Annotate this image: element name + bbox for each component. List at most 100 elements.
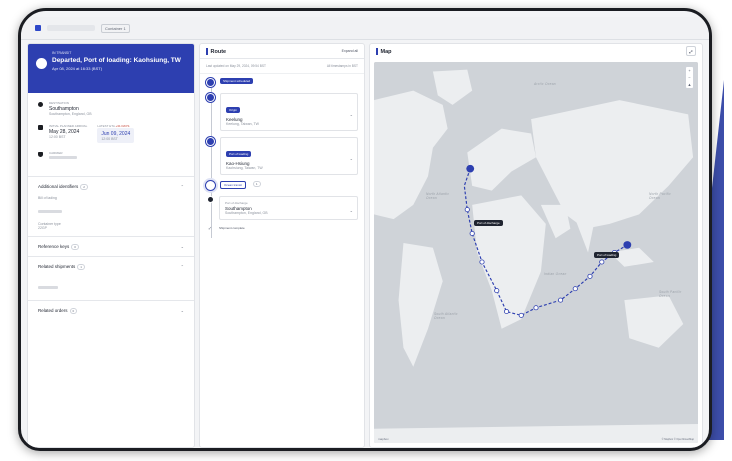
chevron-up-icon: ⌃ bbox=[180, 264, 184, 269]
timeline-dot bbox=[206, 93, 215, 102]
route-header: Route Expand all bbox=[200, 44, 364, 59]
status-title: Departed, Port of loading: Kaohsiung, TW bbox=[52, 57, 181, 64]
ocean-label: Arctic Ocean bbox=[534, 82, 556, 86]
event-location-sub: Keelung, Taiwan, TW bbox=[226, 122, 259, 126]
ocean-label: South Atlantic Ocean bbox=[434, 312, 458, 320]
check-icon: ✓ bbox=[207, 226, 213, 232]
event-location-sub: Kaohsiung, Taiwan, TW bbox=[226, 166, 263, 170]
port-of-discharge-marker-label[interactable]: Port of discharge bbox=[474, 220, 503, 226]
event-pill: Origin bbox=[226, 107, 241, 113]
timeline-dot-active bbox=[206, 181, 215, 190]
chevron-down-icon: ⌄ bbox=[180, 244, 184, 249]
last-updated-text: Last updated on May 29, 2024, 09:54 BST bbox=[206, 64, 266, 68]
related-shipments-label: Related shipments bbox=[38, 264, 76, 269]
related-orders-label: Related orders bbox=[38, 308, 68, 313]
route-updated-bar: Last updated on May 29, 2024, 09:54 BST … bbox=[200, 59, 364, 74]
shipment-summary-panel: IN TRANSIT Departed, Port of loading: Ka… bbox=[27, 43, 195, 448]
status-label: IN TRANSIT bbox=[52, 51, 72, 55]
route-title: Route bbox=[210, 48, 227, 55]
event-pill: Shipment scheduled bbox=[220, 78, 254, 84]
event-card[interactable]: Port of loading Kao-Hsiung Kaohsiung, Ta… bbox=[220, 137, 358, 175]
top-bar: Container 1 bbox=[21, 17, 709, 40]
latest-eta-box: Jun 09, 2024 12:00 BST bbox=[97, 128, 135, 143]
bill-of-lading-redacted bbox=[38, 210, 62, 213]
zoom-controls: + − ▲ bbox=[685, 66, 694, 89]
reference-keys-label: Reference keys bbox=[38, 244, 70, 249]
related-shipments-toggle[interactable]: Related shipments 1 ⌃ bbox=[28, 256, 194, 276]
latest-eta-time: 12:00 BST bbox=[101, 137, 118, 141]
related-shipments-count: 1 bbox=[77, 264, 85, 270]
chevron-down-icon: ⌄ bbox=[180, 308, 184, 313]
event-pill: Port of loading bbox=[226, 151, 252, 157]
chevron-up-icon: ⌃ bbox=[180, 184, 184, 189]
app-window: Container 1 IN TRANSIT Departed, Port of… bbox=[18, 8, 712, 451]
destination-sub: Southampton, England, GB bbox=[49, 112, 92, 116]
container-tag[interactable]: Container 1 bbox=[101, 23, 130, 33]
map-panel: Map ⤢ Port of discharge Port of loading … bbox=[369, 43, 703, 448]
planned-arrival-label: INITIAL PLANNED ARRIVAL bbox=[49, 124, 88, 128]
reference-keys-toggle[interactable]: Reference keys 0 ⌄ bbox=[28, 236, 194, 256]
zoom-in-icon[interactable]: + bbox=[686, 67, 693, 74]
map-header: Map ⤢ bbox=[370, 44, 702, 58]
ocean-label: Indian Ocean bbox=[544, 272, 567, 276]
chevron-down-icon[interactable]: ⌄ bbox=[350, 208, 353, 213]
additional-identifiers-content: Bill of lading Container type 22GP bbox=[28, 196, 194, 236]
expand-all-button[interactable]: Expand all bbox=[342, 49, 358, 53]
bill-of-lading-label: Bill of lading bbox=[38, 196, 57, 200]
world-map[interactable]: Port of discharge Port of loading Arctic… bbox=[374, 62, 698, 443]
latest-eta-label: LATEST ETA bbox=[97, 124, 115, 128]
calendar-icon bbox=[38, 125, 43, 130]
event-port-of-loading: Port of loading Kao-Hsiung Kaohsiung, Ta… bbox=[206, 137, 358, 175]
status-card: IN TRANSIT Departed, Port of loading: Ka… bbox=[28, 44, 194, 93]
carrier-name-redacted bbox=[49, 156, 77, 159]
zoom-out-icon[interactable]: − bbox=[686, 74, 693, 81]
map-logo: mapbox bbox=[378, 437, 389, 441]
map-attribution[interactable]: © Mapbox © OpenStreetMap bbox=[662, 438, 694, 441]
chevron-down-icon[interactable]: ⌄ bbox=[350, 112, 353, 117]
port-of-loading-marker-label[interactable]: Port of loading bbox=[594, 252, 620, 258]
ocean-label: South Pacific Ocean bbox=[659, 290, 682, 298]
shipment-info: DESTINATION Southampton Southampton, Eng… bbox=[28, 93, 194, 176]
ship-icon bbox=[36, 58, 47, 69]
related-shipment-redacted[interactable] bbox=[38, 286, 58, 289]
event-pill: Ocean transit bbox=[220, 181, 246, 189]
additional-identifiers-count: 2 bbox=[80, 184, 88, 190]
delay-badge: +31 days bbox=[115, 124, 130, 128]
screenshot-frame: Container 1 IN TRANSIT Departed, Port of… bbox=[0, 0, 732, 461]
event-shipment-scheduled: Shipment scheduled bbox=[206, 78, 358, 87]
fullscreen-icon[interactable]: ⤢ bbox=[686, 46, 696, 56]
event-tag: Port of discharge bbox=[225, 201, 248, 205]
route-panel: Route Expand all Last updated on May 29,… bbox=[199, 43, 365, 448]
timezone-text: All timestamps in BST bbox=[326, 64, 358, 68]
carrier-label: CARRIER bbox=[49, 151, 63, 155]
destination-label: DESTINATION bbox=[49, 101, 69, 105]
event-count: 1 bbox=[252, 181, 261, 187]
breadcrumb[interactable] bbox=[47, 25, 95, 31]
event-text: Shipment complete bbox=[219, 226, 245, 230]
chevron-down-icon[interactable]: ⌄ bbox=[350, 156, 353, 161]
event-port-of-discharge: Port of discharge Southampton Southampto… bbox=[206, 196, 358, 220]
timeline-dot bbox=[206, 137, 215, 146]
event-origin: Origin Keelung Keelung, Taiwan, TW ⌄ bbox=[206, 93, 358, 131]
carrier-icon bbox=[38, 152, 43, 157]
ocean-label: North Atlantic Ocean bbox=[426, 192, 450, 200]
event-shipment-complete: ✓ Shipment complete bbox=[206, 226, 358, 232]
event-card[interactable]: Port of discharge Southampton Southampto… bbox=[219, 196, 358, 220]
compass-icon[interactable]: ▲ bbox=[686, 81, 693, 88]
event-card[interactable]: Origin Keelung Keelung, Taiwan, TW ⌄ bbox=[220, 93, 358, 131]
app-logo-icon bbox=[35, 25, 41, 31]
related-orders-count: 0 bbox=[69, 308, 78, 314]
timeline-dot bbox=[206, 78, 215, 87]
map-title: Map bbox=[380, 48, 392, 55]
timeline-dot bbox=[207, 196, 214, 203]
location-pin-icon bbox=[38, 102, 43, 107]
related-shipments-content bbox=[28, 276, 194, 300]
additional-identifiers-label: Additional identifiers bbox=[38, 184, 79, 189]
additional-identifiers-toggle[interactable]: Additional identifiers 2 ⌃ bbox=[28, 176, 194, 196]
related-orders-toggle[interactable]: Related orders 0 ⌄ bbox=[28, 300, 194, 320]
reference-keys-count: 0 bbox=[71, 244, 79, 250]
event-ocean-transit[interactable]: Ocean transit 1 bbox=[206, 181, 358, 190]
container-type-value: 22GP bbox=[38, 226, 47, 230]
map-canvas bbox=[374, 62, 698, 443]
ocean-label: North Pacific Ocean bbox=[649, 192, 671, 200]
